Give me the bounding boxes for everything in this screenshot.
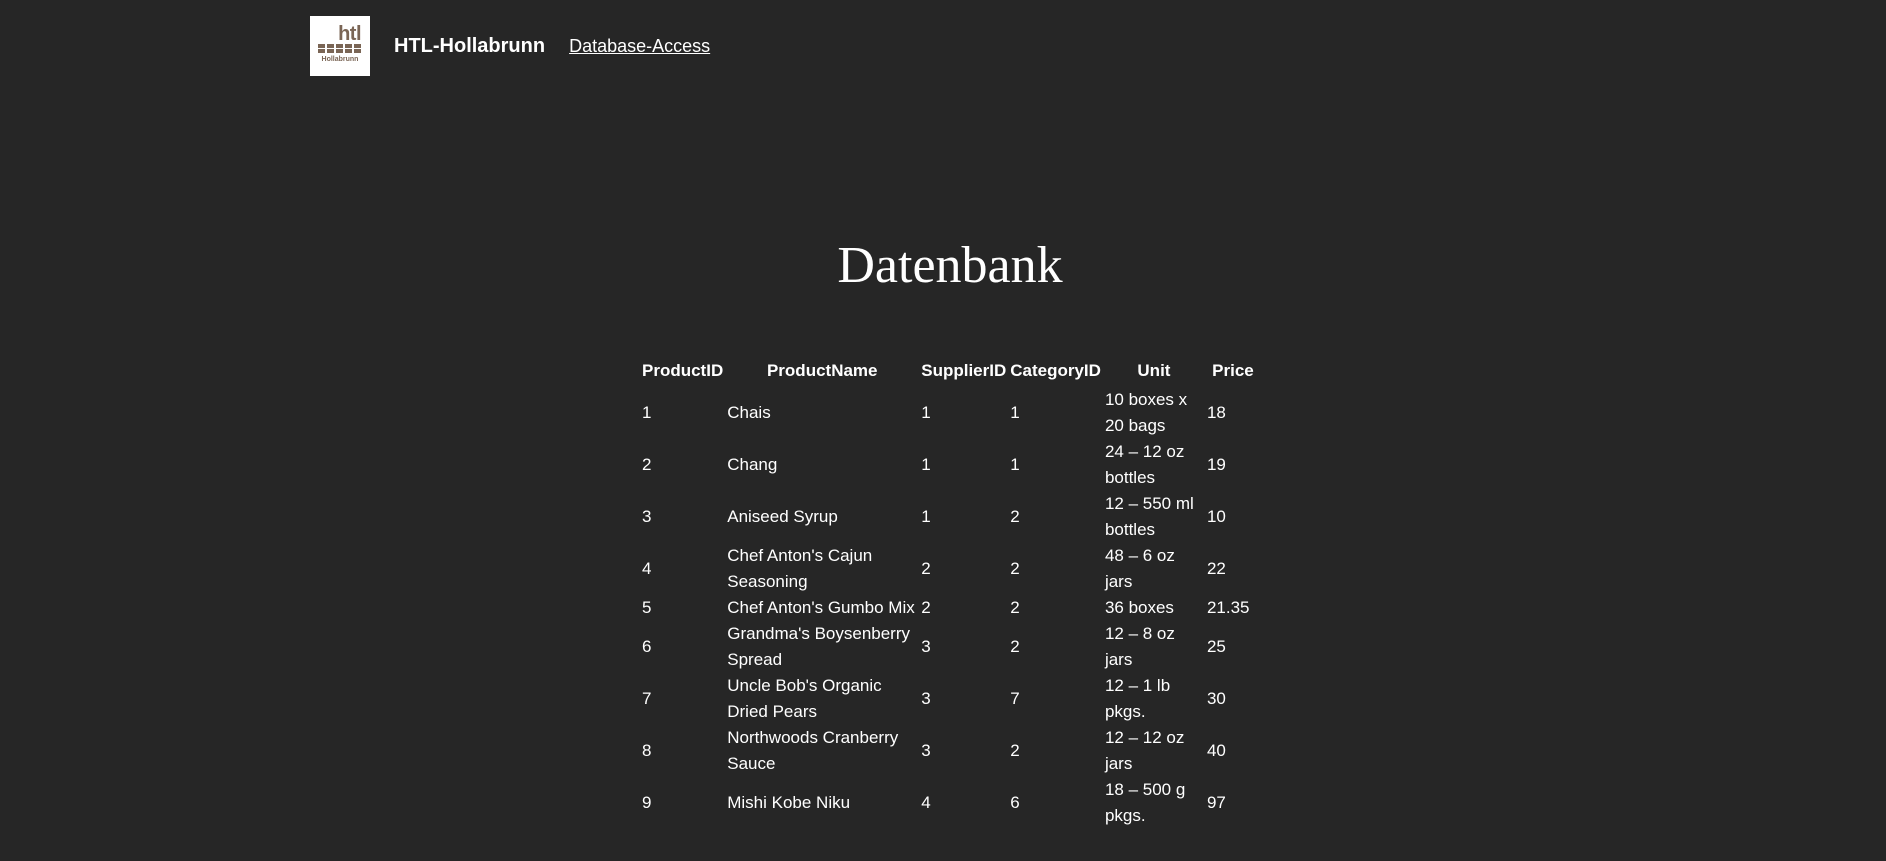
cell-unit: 36 boxes (1104, 598, 1174, 617)
cell-product-name: Chais (727, 403, 771, 422)
cell-unit: 18 – 500 g pkgs. (1104, 780, 1186, 825)
cell-product-name: Aniseed Syrup (727, 507, 838, 526)
table-row: 8 Northwoods Cranberry Sauce 3 2 12 – 12… (640, 725, 1261, 777)
cell-product-id: 7 (642, 689, 652, 708)
cell-product-id: 9 (642, 793, 652, 812)
cell-product-id: 6 (642, 637, 652, 656)
table-row: 4 Chef Anton's Cajun Seasoning 2 2 48 – … (640, 543, 1261, 595)
table-row: 9 Mishi Kobe Niku 4 6 18 – 500 g pkgs. 9… (640, 777, 1261, 829)
cell-unit: 12 – 550 ml bottles (1104, 494, 1194, 539)
cell-unit: 12 – 12 oz jars (1104, 728, 1185, 773)
table-row: 3 Aniseed Syrup 1 2 12 – 550 ml bottles … (640, 491, 1261, 543)
cell-price: 40 (1206, 741, 1226, 760)
table-row: 6 Grandma's Boysenberry Spread 3 2 12 – … (640, 621, 1261, 673)
cell-product-name: Chef Anton's Gumbo Mix (727, 598, 915, 617)
cell-price: 25 (1206, 637, 1226, 656)
cell-unit: 12 – 1 lb pkgs. (1104, 676, 1171, 721)
cell-category-id: 6 (1010, 793, 1020, 812)
cell-category-id: 1 (1010, 403, 1020, 422)
cell-supplier-id: 4 (921, 793, 931, 812)
logo-subtext: Hollabrunn (321, 56, 359, 63)
cell-product-id: 3 (642, 507, 652, 526)
table-row: 5 Chef Anton's Gumbo Mix 2 2 36 boxes 21… (640, 595, 1261, 621)
cell-category-id: 7 (1010, 689, 1020, 708)
cell-category-id: 1 (1010, 455, 1020, 474)
cell-supplier-id: 2 (921, 559, 931, 578)
cell-product-id: 5 (642, 598, 652, 617)
cell-unit: 10 boxes x 20 bags (1104, 390, 1188, 435)
site-header: htl Hollabrunn HTL-Hollabrunn Database-A… (310, 16, 710, 76)
cell-product-name: Uncle Bob's Organic Dried Pears (727, 676, 882, 721)
cell-category-id: 2 (1010, 507, 1020, 526)
cell-price: 19 (1206, 455, 1226, 474)
cell-supplier-id: 3 (921, 689, 931, 708)
cell-product-name: Northwoods Cranberry Sauce (727, 728, 899, 773)
cell-unit: 24 – 12 oz bottles (1104, 442, 1185, 487)
cell-price: 18 (1206, 403, 1226, 422)
cell-supplier-id: 3 (921, 741, 931, 760)
cell-price: 97 (1206, 793, 1226, 812)
cell-product-name: Grandma's Boysenberry Spread (727, 624, 911, 669)
cell-unit: 12 – 8 oz jars (1104, 624, 1175, 669)
cell-category-id: 2 (1010, 637, 1020, 656)
cell-supplier-id: 1 (921, 455, 931, 474)
cell-category-id: 2 (1010, 741, 1020, 760)
logo-bricks-icon (318, 44, 361, 53)
table-row: 2 Chang 1 1 24 – 12 oz bottles 19 (640, 439, 1261, 491)
cell-price: 22 (1206, 559, 1226, 578)
cell-price: 30 (1206, 689, 1226, 708)
cell-unit: 48 – 6 oz jars (1104, 546, 1175, 591)
nav-link-database-access[interactable]: Database-Access (569, 36, 710, 57)
column-header-product-name: ProductName (766, 360, 878, 380)
cell-category-id: 2 (1010, 559, 1020, 578)
table-header-row: ProductID ProductName SupplierID Categor… (640, 357, 1261, 387)
cell-product-id: 8 (642, 741, 652, 760)
cell-product-name: Chef Anton's Cajun Seasoning (727, 546, 873, 591)
cell-category-id: 2 (1010, 598, 1020, 617)
column-header-supplier-id: SupplierID (921, 360, 1007, 380)
cell-product-name: Chang (727, 455, 778, 474)
cell-price: 21.35 (1206, 598, 1250, 617)
column-header-category-id: CategoryID (1010, 360, 1101, 380)
logo-text: htl (338, 23, 361, 45)
cell-price: 10 (1206, 507, 1226, 526)
cell-supplier-id: 2 (921, 598, 931, 617)
column-header-product-id: ProductID (642, 360, 724, 380)
cell-supplier-id: 1 (921, 507, 931, 526)
products-table: ProductID ProductName SupplierID Categor… (640, 357, 1261, 829)
cell-product-id: 2 (642, 455, 652, 474)
htl-logo[interactable]: htl Hollabrunn (310, 16, 370, 76)
brand-name: HTL-Hollabrunn (394, 34, 546, 57)
cell-product-id: 4 (642, 559, 652, 578)
column-header-price: Price (1212, 360, 1254, 380)
table-row: 1 Chais 1 1 10 boxes x 20 bags 18 (640, 387, 1261, 439)
cell-product-id: 1 (642, 403, 652, 422)
column-header-unit: Unit (1137, 360, 1171, 380)
cell-supplier-id: 1 (921, 403, 931, 422)
table-row: 7 Uncle Bob's Organic Dried Pears 3 7 12… (640, 673, 1261, 725)
page-title: Datenbank (837, 237, 1063, 294)
cell-supplier-id: 3 (921, 637, 931, 656)
cell-product-name: Mishi Kobe Niku (727, 793, 851, 812)
